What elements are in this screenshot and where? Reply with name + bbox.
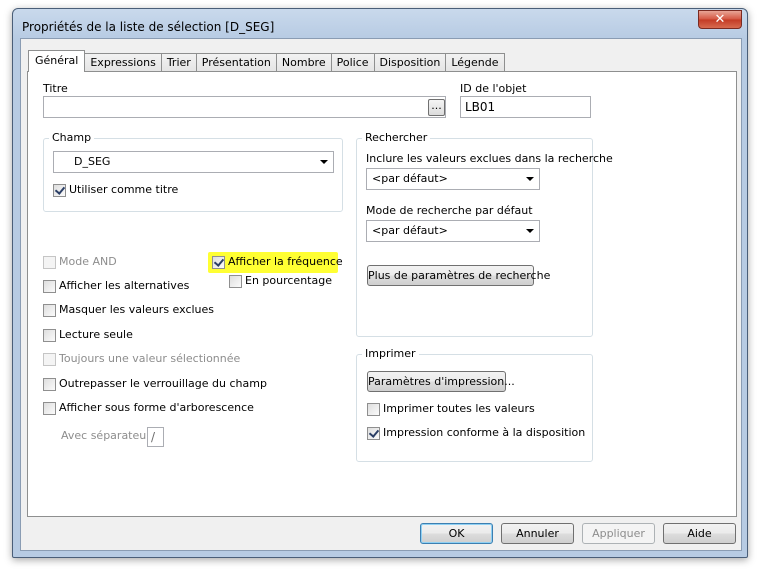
help-button[interactable]: Aide [663, 523, 736, 544]
object-id-label: ID de l'objet [460, 82, 527, 95]
print-as-layout-checkbox[interactable] [367, 427, 380, 440]
show-frequency-label: Afficher la fréquence [228, 255, 343, 268]
read-only-checkbox[interactable] [43, 329, 56, 342]
tab-expressions[interactable]: Expressions [84, 53, 162, 72]
tab-strip: Général Expressions Trier Présentation N… [28, 50, 505, 72]
tab-number[interactable]: Nombre [275, 53, 332, 72]
field-select-value: D_SEG [74, 155, 111, 168]
show-alternatives-label: Afficher les alternatives [59, 279, 190, 292]
field-group-title: Champ [49, 131, 95, 144]
tab-font[interactable]: Police [330, 53, 375, 72]
include-excluded-label: Inclure les valeurs exclues dans la rech… [366, 152, 613, 165]
tab-presentation[interactable]: Présentation [195, 53, 277, 72]
print-all-values-checkbox[interactable] [367, 403, 380, 416]
in-percent-checkbox[interactable] [229, 275, 242, 288]
field-select[interactable]: D_SEG [53, 151, 334, 173]
chevron-down-icon [526, 229, 534, 233]
show-frequency-checkbox[interactable] [212, 256, 225, 269]
default-search-mode-value: <par défaut> [372, 224, 448, 237]
default-search-mode-select[interactable]: <par défaut> [366, 220, 540, 242]
cancel-button[interactable]: Annuler [501, 523, 574, 544]
tree-view-label: Afficher sous forme d'arborescence [59, 401, 254, 414]
hide-excluded-label: Masquer les valeurs exclues [59, 303, 215, 316]
more-search-params-button[interactable]: Plus de paramètres de recherche [367, 265, 550, 286]
window-title: Propriétés de la liste de sélection [D_S… [22, 20, 275, 34]
print-as-layout-label: Impression conforme à la disposition [383, 426, 586, 439]
always-one-selected-checkbox[interactable] [43, 353, 56, 366]
tab-layout[interactable]: Disposition [373, 53, 447, 72]
mode-and-checkbox[interactable] [43, 256, 56, 269]
close-button[interactable]: ✕ [698, 10, 742, 29]
in-percent-label: En pourcentage [245, 274, 332, 287]
search-group-title: Rechercher [362, 131, 431, 144]
separator-label: Avec séparateur [61, 429, 151, 442]
tab-sort[interactable]: Trier [160, 53, 197, 72]
title-label: Titre [43, 82, 68, 95]
dialog-window: Propriétés de la liste de sélection [D_S… [12, 8, 748, 558]
general-tab-panel: Titre ... ID de l'objet LB01 Champ D_SEG… [27, 71, 737, 517]
print-params-button[interactable]: Paramètres d'impression... [367, 371, 515, 392]
default-search-mode-label: Mode de recherche par défaut [366, 204, 533, 217]
search-group: Rechercher Inclure les valeurs exclues d… [356, 131, 613, 337]
apply-button[interactable]: Appliquer [582, 523, 655, 544]
always-one-selected-label: Toujours une valeur sélectionnée [59, 352, 241, 365]
object-id-input[interactable]: LB01 [460, 96, 591, 118]
title-input[interactable] [43, 96, 446, 118]
chevron-down-icon [526, 177, 534, 181]
override-lock-label: Outrepasser le verrouillage du champ [59, 377, 267, 390]
print-group: Imprimer Paramètres d'impression... Impr… [356, 347, 593, 462]
tree-view-checkbox[interactable] [43, 402, 56, 415]
include-excluded-select[interactable]: <par défaut> [366, 168, 540, 190]
hide-excluded-checkbox[interactable] [43, 304, 56, 317]
read-only-label: Lecture seule [59, 328, 133, 341]
separator-input[interactable]: / [147, 427, 164, 447]
mode-and-label: Mode AND [59, 255, 117, 268]
print-all-values-label: Imprimer toutes les valeurs [383, 402, 535, 415]
tab-caption[interactable]: Légende [445, 53, 505, 72]
field-group: Champ D_SEG Utiliser comme titre [43, 131, 343, 212]
title-expression-button[interactable]: ... [428, 99, 445, 116]
tab-general[interactable]: Général [28, 50, 86, 72]
show-alternatives-checkbox[interactable] [43, 280, 56, 293]
override-lock-checkbox[interactable] [43, 378, 56, 391]
print-group-title: Imprimer [362, 347, 419, 360]
use-as-title-label: Utiliser comme titre [69, 183, 179, 196]
dialog-client: Général Expressions Trier Présentation N… [20, 38, 742, 551]
use-as-title-checkbox[interactable] [53, 184, 66, 197]
include-excluded-value: <par défaut> [372, 172, 448, 185]
ok-button[interactable]: OK [420, 523, 493, 544]
chevron-down-icon [320, 160, 328, 164]
